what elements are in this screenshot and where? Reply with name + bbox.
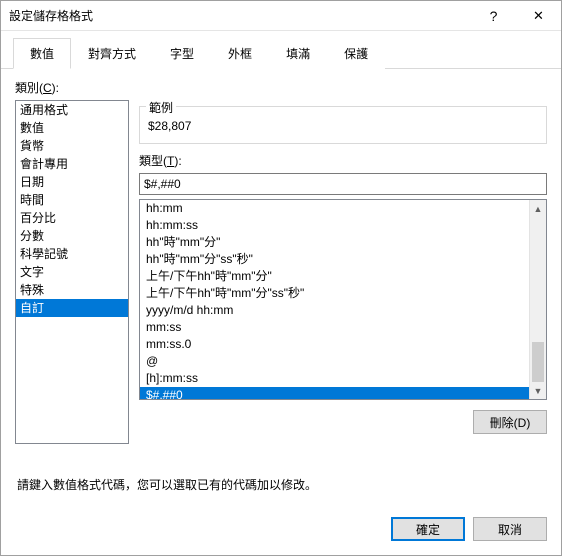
category-item[interactable]: 分數 <box>16 227 128 245</box>
sample-value: $28,807 <box>148 117 538 135</box>
help-button[interactable]: ? <box>471 1 516 30</box>
format-row[interactable]: hh:mm:ss <box>140 217 529 234</box>
category-item[interactable]: 會計專用 <box>16 155 128 173</box>
format-row[interactable]: hh"時"mm"分"ss"秒" <box>140 251 529 268</box>
tab-protection[interactable]: 保護 <box>327 38 385 69</box>
format-row[interactable]: @ <box>140 353 529 370</box>
category-item[interactable]: 科學記號 <box>16 245 128 263</box>
titlebar: 設定儲存格格式 ? ✕ <box>1 1 561 31</box>
delete-row: 刪除(D) <box>139 410 547 434</box>
category-list[interactable]: 通用格式 數值 貨幣 會計專用 日期 時間 百分比 分數 科學記號 文字 特殊 … <box>15 100 129 444</box>
format-row[interactable]: hh"時"mm"分" <box>140 234 529 251</box>
category-item[interactable]: 日期 <box>16 173 128 191</box>
scroll-up-icon[interactable]: ▲ <box>530 200 546 217</box>
category-item[interactable]: 數值 <box>16 119 128 137</box>
content-columns: 通用格式 數值 貨幣 會計專用 日期 時間 百分比 分數 科學記號 文字 特殊 … <box>15 100 547 462</box>
format-row[interactable]: mm:ss.0 <box>140 336 529 353</box>
format-row[interactable]: 上午/下午hh"時"mm"分" <box>140 268 529 285</box>
close-button[interactable]: ✕ <box>516 1 561 30</box>
tab-number[interactable]: 數值 <box>13 38 71 69</box>
hint-text: 請鍵入數值格式代碼，您可以選取已有的代碼加以修改。 <box>17 476 547 493</box>
format-row[interactable]: yyyy/m/d hh:mm <box>140 302 529 319</box>
dialog-footer: 確定 取消 <box>1 503 561 555</box>
scroll-thumb[interactable] <box>532 342 544 382</box>
sample-caption: 範例 <box>146 99 176 116</box>
format-row[interactable]: 上午/下午hh"時"mm"分"ss"秒" <box>140 285 529 302</box>
tab-border[interactable]: 外框 <box>211 38 269 69</box>
close-icon: ✕ <box>533 8 544 24</box>
ok-button[interactable]: 確定 <box>391 517 465 541</box>
format-row[interactable]: $#,##0 <box>140 387 529 399</box>
scroll-down-icon[interactable]: ▼ <box>530 382 546 399</box>
format-row[interactable]: [h]:mm:ss <box>140 370 529 387</box>
category-item[interactable]: 時間 <box>16 191 128 209</box>
scroll-track[interactable] <box>530 217 546 382</box>
format-code-list[interactable]: hh:mm hh:mm:ss hh"時"mm"分" hh"時"mm"分"ss"秒… <box>139 199 547 400</box>
category-item[interactable]: 貨幣 <box>16 137 128 155</box>
category-item[interactable]: 百分比 <box>16 209 128 227</box>
right-panel: 範例 $28,807 類型(T): hh:mm hh:mm:ss hh"時"mm… <box>139 100 547 462</box>
format-row[interactable]: hh:mm <box>140 200 529 217</box>
cancel-button[interactable]: 取消 <box>473 517 547 541</box>
category-item[interactable]: 自訂 <box>16 299 128 317</box>
type-input[interactable] <box>139 173 547 195</box>
category-label: 類別(C): <box>15 79 547 96</box>
tab-strip: 數值 對齊方式 字型 外框 填滿 保護 <box>1 37 561 69</box>
format-row[interactable]: mm:ss <box>140 319 529 336</box>
window-title: 設定儲存格格式 <box>9 7 471 24</box>
delete-button[interactable]: 刪除(D) <box>473 410 547 434</box>
tab-font[interactable]: 字型 <box>153 38 211 69</box>
dialog-body: 類別(C): 通用格式 數值 貨幣 會計專用 日期 時間 百分比 分數 科學記號… <box>1 69 561 503</box>
tab-alignment[interactable]: 對齊方式 <box>71 38 153 69</box>
sample-group: 範例 $28,807 <box>139 106 547 144</box>
format-cells-dialog: 設定儲存格格式 ? ✕ 數值 對齊方式 字型 外框 填滿 保護 類別(C): 通… <box>0 0 562 556</box>
format-list-scrollbar[interactable]: ▲ ▼ <box>529 200 546 399</box>
tab-fill[interactable]: 填滿 <box>269 38 327 69</box>
category-item[interactable]: 通用格式 <box>16 101 128 119</box>
category-item[interactable]: 特殊 <box>16 281 128 299</box>
type-label: 類型(T): <box>139 152 547 169</box>
category-item[interactable]: 文字 <box>16 263 128 281</box>
format-list-inner: hh:mm hh:mm:ss hh"時"mm"分" hh"時"mm"分"ss"秒… <box>140 200 529 399</box>
